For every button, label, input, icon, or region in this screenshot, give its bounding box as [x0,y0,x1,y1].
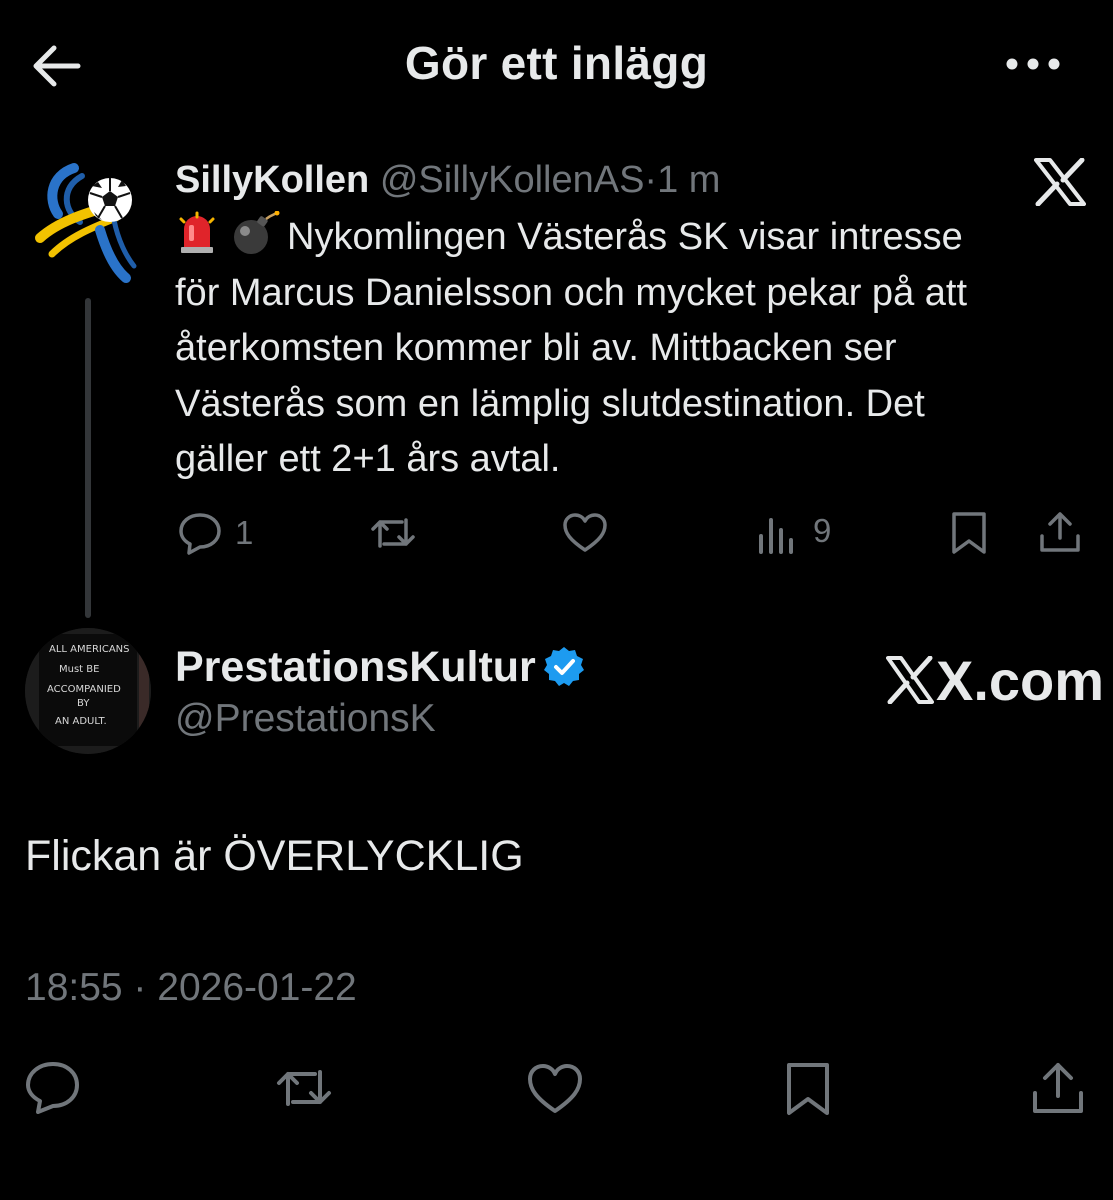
reply-count: 1 [235,514,254,551]
separator-dot: · [644,159,658,201]
rotating-light-emoji [175,211,225,255]
x-logo-icon [886,656,934,704]
bomb-emoji [231,211,281,255]
reply-icon [179,513,221,555]
heart-icon [563,513,607,552]
quoted-tweet-time[interactable]: 1 m [657,159,720,201]
verified-badge-icon [543,646,585,688]
more-button[interactable] [1003,50,1063,80]
like-button[interactable] [526,1063,584,1115]
views-count: 9 [813,512,832,549]
text-line-5: gäller ett 2+1 års avtal. [175,438,561,480]
share-button[interactable] [1030,1060,1086,1116]
quoted-views-button[interactable]: 9 [757,510,847,554]
repost-icon [277,1070,331,1106]
quoted-like-button[interactable] [562,512,608,554]
views-icon [759,518,793,554]
text-line-1: Nykomlingen Västerås SK visar intresse [175,210,1090,266]
quoted-reply-button[interactable]: 1 [177,511,267,555]
heart-icon [528,1064,582,1113]
text-line-2: för Marcus Danielsson och mycket pekar p… [175,271,968,314]
watermark-text: X.com [936,649,1105,712]
quoted-bookmark-button[interactable] [950,510,988,556]
avatar-prestationskultur[interactable]: ALL AMERICANS Must BE ACCOMPANIED BY AN … [25,628,151,754]
x-com-watermark: X.com [886,648,1104,713]
reply-icon [26,1062,79,1114]
svg-text:Must BE: Must BE [59,664,99,675]
more-horizontal-icon [1006,58,1060,70]
svg-text:AN ADULT.: AN ADULT. [55,716,107,727]
text-line-4: Västerås som en lämplig slutdestination.… [175,382,925,425]
reply-button[interactable] [24,1060,82,1114]
x-logo-icon [1034,158,1086,206]
quoted-share-button[interactable] [1038,510,1082,554]
repost-button[interactable] [273,1062,335,1114]
author-handle[interactable]: @PrestationsK [175,697,436,741]
chalkboard-sign-image: ALL AMERICANS Must BE ACCOMPANIED BY AN … [25,628,151,754]
svg-text:ACCOMPANIED: ACCOMPANIED [47,684,121,695]
repost-icon [371,518,415,548]
avatar-sillykollen[interactable] [30,160,146,286]
quoted-author-handle[interactable]: @SillyKollenAS [380,159,645,201]
tweet-text: Flickan är ÖVERLYCKLIG [25,832,524,880]
quoted-repost-button[interactable] [368,512,418,554]
quoted-tweet-text: Nykomlingen Västerås SK visar intresse f… [175,210,1090,488]
page-title: Gör ett inlägg [404,37,709,89]
bookmark-icon [952,512,986,554]
bookmark-button[interactable] [784,1060,832,1118]
bookmark-icon [787,1063,829,1115]
text-line-3: återkomsten kommer bli av. Mittbacken se… [175,327,897,369]
svg-text:BY: BY [77,698,90,709]
share-icon [1033,1063,1083,1113]
thread-connector-line [85,298,91,618]
quoted-author-name[interactable]: SillyKollen [175,159,369,201]
quoted-tweet-header: SillyKollen @SillyKollenAS·1 m [175,156,720,204]
svg-text:ALL AMERICANS: ALL AMERICANS [49,644,130,655]
share-icon [1040,512,1080,552]
tweet-timestamp[interactable]: 18:55 · 2026-01-22 [25,966,357,1010]
soccer-logo-icon [35,163,137,283]
author-name[interactable]: PrestationsKultur [175,643,536,692]
